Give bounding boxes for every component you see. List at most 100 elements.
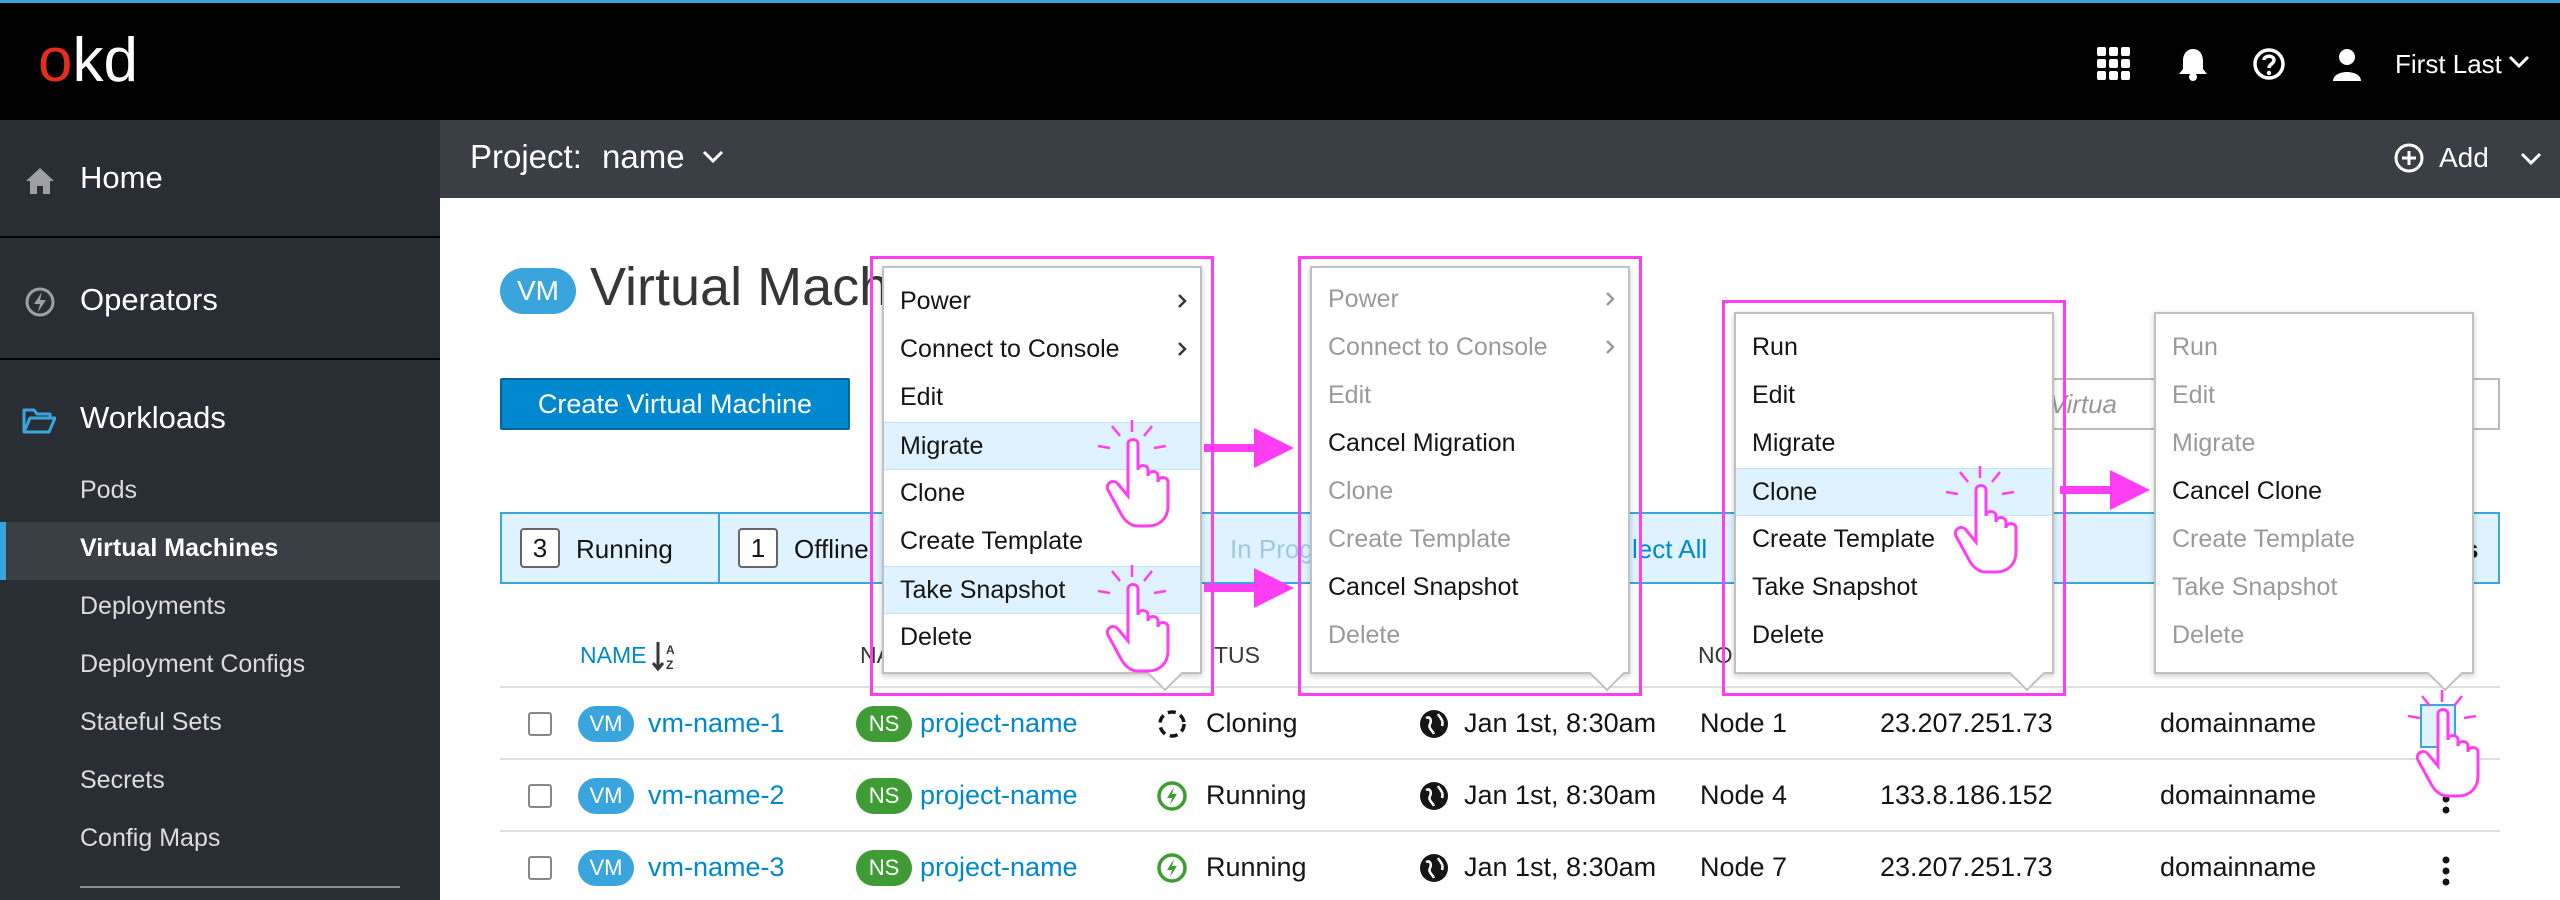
add-button[interactable]: Add [2439,142,2489,174]
namespace-link[interactable]: project-name [920,780,1078,811]
row-checkbox[interactable] [528,784,552,808]
vm-badge: VM [578,850,634,886]
sidebar-divider [80,886,400,888]
menu-item-delete: Delete [1328,621,1401,649]
running-status-icon [1157,853,1187,883]
vm-name-link[interactable]: vm-name-1 [648,708,785,739]
running-filter[interactable]: Running [576,534,673,565]
svg-text:Z: Z [666,658,673,672]
sidebar-item-deployment-configs[interactable]: Deployment Configs [80,650,305,679]
row-checkbox[interactable] [528,856,552,880]
sidebar-item-secrets[interactable]: Secrets [80,766,165,795]
status-text: Running [1206,780,1307,810]
row-divider [500,830,2500,832]
vm-badge: VM [578,778,634,814]
ip-address: 23.207.251.73 [1880,852,2053,882]
click-cursor-icon [2407,690,2480,798]
flow-arrow-icon [1204,568,1294,608]
help-icon[interactable] [2252,47,2286,81]
project-dropdown[interactable]: name [602,138,685,176]
menu-item-delete[interactable]: Delete [1736,612,2052,660]
chevron-right-icon [1606,340,1615,354]
menu-item-connect-to-console: Connect to Console [1312,324,1628,372]
vm-resource-badge: VM [500,268,576,314]
vm-name-link[interactable]: vm-name-2 [648,780,785,811]
click-cursor-icon [1945,466,2018,574]
nav-workloads-label[interactable]: Workloads [80,400,226,436]
sort-alpha-icon[interactable]: AZ [652,640,680,672]
created-time: Jan 1st, 8:30am [1464,708,1657,738]
globe-icon [1420,854,1448,882]
domain-name: domainname [2160,708,2317,738]
namespace-link[interactable]: project-name [920,708,1078,739]
menu-item-cancel-snapshot[interactable]: Cancel Snapshot [1312,564,1628,612]
menu-item-run: Run [2172,333,2218,361]
nav-operators[interactable]: Operators [0,242,440,360]
nav-home[interactable]: Home [0,120,440,238]
offline-filter[interactable]: Offline [794,534,869,565]
menu-item-migrate: Migrate [2172,429,2256,457]
sidebar-item-stateful-sets[interactable]: Stateful Sets [80,708,222,737]
chevron-right-icon [1606,292,1615,306]
row-divider [500,758,2500,760]
sidebar: Home Operators Workloads Pods Virtual Ma… [0,120,440,900]
running-count-badge: 3 [520,528,560,568]
menu-item-migrate[interactable]: Migrate [1736,420,2052,468]
ns-badge: NS [856,706,912,742]
globe-icon [1420,782,1448,810]
menu-item-create-template: Create Template [1328,525,1511,553]
nav-workloads-section: Workloads [0,364,440,900]
menu-item-power[interactable]: Power [884,278,1200,326]
menu-item-clone: Clone [1328,477,1394,505]
menu-item-edit[interactable]: Edit [1736,372,2052,420]
in-progress-spinner-icon [1158,710,1186,738]
app-launcher-icon[interactable] [2097,47,2131,81]
sidebar-item-config-maps[interactable]: Config Maps [80,824,220,853]
menu-item-run[interactable]: Run [1736,324,2052,372]
select-all-link[interactable]: lect All [1632,534,1707,565]
home-icon [26,168,54,194]
okd-logo[interactable]: okd [38,30,138,92]
ip-address: 133.8.186.152 [1880,780,2053,810]
create-virtual-machine-button[interactable]: Create Virtual Machine [500,378,850,430]
node-name: Node 7 [1700,852,1788,882]
menu-item-edit[interactable]: Edit [884,374,1200,422]
sidebar-item-virtual-machines[interactable]: Virtual Machines [80,534,278,563]
created-time: Jan 1st, 8:30am [1464,852,1657,882]
nav-home-label: Home [80,160,163,195]
chevron-right-icon [1178,294,1187,308]
user-menu-toggle[interactable]: First Last [2395,49,2502,80]
status-text: Cloning [1206,708,1298,738]
domain-name: domainname [2160,780,2317,810]
sidebar-item-deployments[interactable]: Deployments [80,592,226,621]
kebab-menu-icon[interactable] [2442,856,2450,886]
user-icon[interactable] [2330,47,2364,81]
created-time: Jan 1st, 8:30am [1464,780,1657,810]
menu-item-cancel-clone[interactable]: Cancel Clone [2156,468,2472,516]
node-name: Node 4 [1700,780,1788,810]
column-header-status[interactable]: TUS [1214,642,1260,669]
column-header-name[interactable]: NAME [580,642,646,669]
logo-o: o [38,26,73,95]
node-name: Node 1 [1700,708,1788,738]
vm-badge: VM [578,706,634,742]
project-label: Project: [470,138,582,175]
offline-count-badge: 1 [738,528,778,568]
menu-item-connect-to-console[interactable]: Connect to Console [884,326,1200,374]
chevron-down-icon [2520,152,2542,166]
menu-item-cancel-migration[interactable]: Cancel Migration [1312,420,1628,468]
row-checkbox[interactable] [528,712,552,736]
project-bar: Project: name Add [440,120,2560,198]
sidebar-item-pods[interactable]: Pods [80,476,137,505]
namespace-link[interactable]: project-name [920,852,1078,883]
domain-name: domainname [2160,852,2317,882]
add-circle-icon[interactable] [2393,142,2425,174]
flow-arrow-icon [1204,428,1294,468]
flow-arrow-icon [2060,470,2150,510]
bell-icon[interactable] [2176,47,2210,81]
ip-address: 23.207.251.73 [1880,708,2053,738]
chevron-right-icon [1178,342,1187,356]
vm-name-link[interactable]: vm-name-3 [648,852,785,883]
kebab-dropdown-menu: Run Edit Migrate Cancel Clone Create Tem… [2154,312,2474,674]
menu-item-edit: Edit [2172,381,2216,409]
